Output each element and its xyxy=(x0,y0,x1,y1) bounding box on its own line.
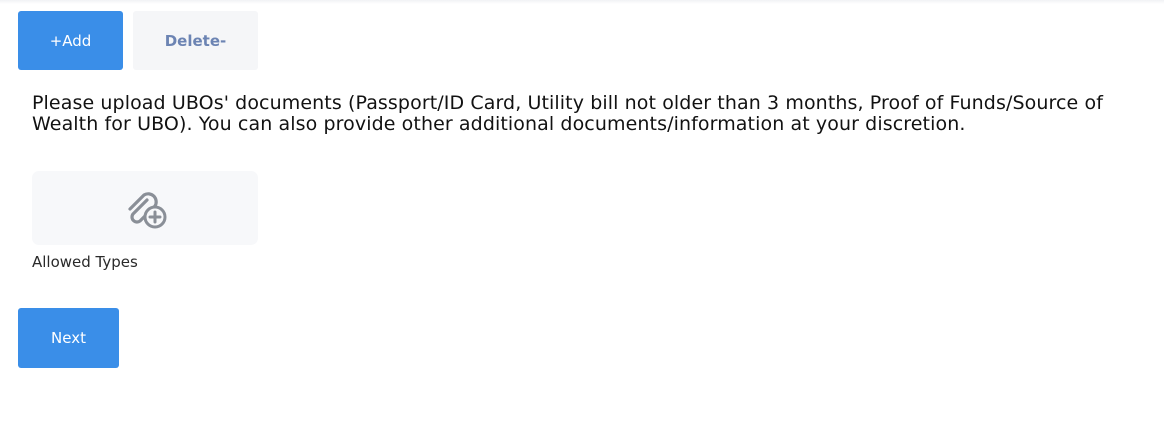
top-divider xyxy=(0,0,1164,4)
page: +Add Delete- Please upload UBOs' documen… xyxy=(0,0,1164,433)
add-button[interactable]: +Add xyxy=(18,11,123,70)
delete-button[interactable]: Delete- xyxy=(133,11,258,70)
next-button[interactable]: Next xyxy=(18,308,119,368)
allowed-types-label: Allowed Types xyxy=(32,253,138,271)
file-upload-dropzone[interactable] xyxy=(32,171,258,245)
upload-instructions: Please upload UBOs' documents (Passport/… xyxy=(32,92,1103,135)
attach-file-add-icon xyxy=(128,192,167,229)
